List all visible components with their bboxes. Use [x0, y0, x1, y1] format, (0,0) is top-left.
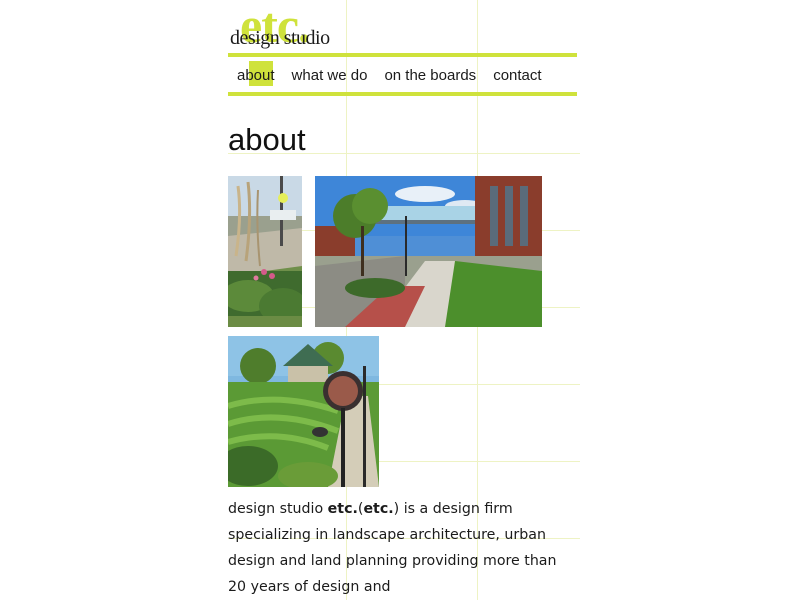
page-title: about: [228, 122, 306, 157]
nav-item-what-we-do[interactable]: what we do: [292, 64, 368, 88]
brand-name-alt: etc.: [363, 501, 394, 517]
logo-text: design studio: [230, 27, 330, 49]
brand-name: etc.: [327, 501, 358, 517]
nav-top-rule: [228, 53, 577, 57]
main-nav: about what we do on the boards contact: [237, 61, 542, 88]
park-lamppost-photo: [228, 336, 379, 487]
nav-bottom-rule: [228, 92, 577, 96]
nav-item-about[interactable]: about: [237, 61, 275, 88]
intro-paragraph: design studio etc.(etc.) is a design fir…: [228, 496, 578, 600]
urban-streetscape-photo: [315, 176, 542, 327]
site-logo[interactable]: etc. design studio: [228, 0, 338, 52]
nav-item-on-the-boards[interactable]: on the boards: [384, 64, 476, 88]
intro-part-1: design studio: [228, 501, 328, 517]
roadside-planting-photo: [228, 176, 302, 327]
nav-item-contact[interactable]: contact: [493, 64, 541, 88]
